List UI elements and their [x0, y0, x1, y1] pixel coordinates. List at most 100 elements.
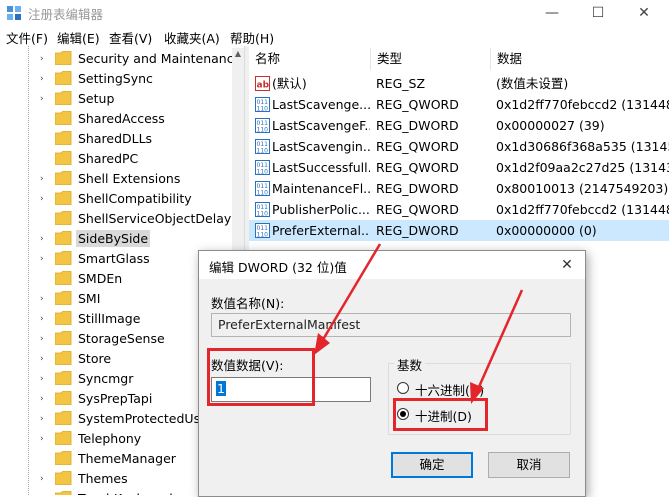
ok-button[interactable]: 确定 — [391, 452, 473, 478]
tree-item-label: SharedAccess — [78, 111, 165, 126]
folder-icon — [55, 471, 72, 485]
menu-favorites[interactable]: 收藏夹(A) — [164, 28, 220, 47]
cell-data: (数值未设置) — [496, 76, 569, 91]
tree-item-label: Shell Extensions — [78, 171, 181, 186]
chevron-right-icon[interactable]: › — [40, 312, 50, 326]
binary-value-icon: 011110 — [255, 223, 270, 238]
tree-item-label: SharedPC — [78, 151, 139, 166]
menu-help[interactable]: 帮助(H) — [230, 28, 274, 47]
chevron-right-icon[interactable]: › — [40, 192, 50, 206]
svg-text:110: 110 — [257, 127, 269, 134]
folder-icon — [55, 191, 72, 205]
value-name-label: 数值名称(N): — [211, 296, 285, 311]
table-row[interactable]: 011 110 PreferExternal... REG_DWORD 0x000000… — [249, 220, 669, 241]
cell-type: REG_QWORD — [376, 97, 459, 112]
title-bar: 注册表编辑器 — ☐ ✕ — [0, 0, 669, 26]
close-button[interactable]: ✕ — [621, 0, 667, 26]
folder-icon — [55, 491, 72, 495]
cell-data: 0x1d2ff770febccd2 (131448226... — [496, 202, 669, 217]
cell-data: 0x00000000 (0) — [496, 223, 597, 238]
cell-data: 0x1d2ff770febccd2 (131448226... — [496, 97, 669, 112]
tree-item[interactable]: › Security and Maintenance — [0, 49, 241, 69]
chevron-right-icon[interactable]: › — [40, 52, 50, 66]
column-header-type[interactable]: 类型 — [371, 48, 491, 70]
registry-editor-icon — [7, 6, 21, 20]
tree-item[interactable]: SharedDLLs — [0, 129, 232, 149]
folder-icon — [55, 411, 72, 425]
chevron-right-icon[interactable]: › — [40, 352, 50, 366]
tree-item[interactable]: › SettingSync — [0, 69, 232, 89]
chevron-right-icon[interactable]: › — [40, 332, 50, 346]
table-row[interactable]: 011 110 MaintenanceFl... REG_DWORD 0x8001001… — [249, 178, 669, 199]
chevron-right-icon[interactable]: › — [40, 252, 50, 266]
chevron-right-icon[interactable]: › — [40, 472, 50, 486]
binary-value-icon: 011110 — [255, 118, 270, 133]
table-row[interactable]: 011 110 PublisherPolic... REG_QWORD 0x1d2ff7… — [249, 199, 669, 220]
tree-item-label: ShellServiceObjectDelayLoad — [78, 211, 244, 226]
chevron-right-icon[interactable]: › — [40, 92, 50, 106]
annotation-box-data — [207, 348, 315, 406]
cell-type: REG_DWORD — [376, 223, 459, 238]
folder-icon — [55, 331, 72, 345]
folder-icon — [55, 271, 72, 285]
column-header-data[interactable]: 数据 — [491, 48, 669, 70]
folder-icon — [55, 71, 72, 85]
cell-data: 0x00000027 (39) — [496, 118, 605, 133]
folder-icon — [55, 431, 72, 445]
tree-item-label: Themes — [78, 471, 128, 486]
cell-data: 0x1d30686f368a535 (131455934... — [496, 139, 669, 154]
window-title: 注册表编辑器 — [28, 7, 104, 22]
tree-item[interactable]: SharedAccess — [0, 109, 232, 129]
chevron-right-icon[interactable]: › — [40, 392, 50, 406]
string-value-icon: ab — [255, 76, 270, 91]
tree-item[interactable]: › ShellCompatibility — [0, 189, 232, 209]
tree-item-label: SMI — [78, 291, 101, 306]
tree-item-label: ShellCompatibility — [78, 191, 192, 206]
binary-value-icon: 011110 — [255, 160, 270, 175]
menu-file[interactable]: 文件(F) — [6, 28, 48, 47]
radio-hex-circle[interactable] — [397, 382, 409, 394]
tree-item[interactable]: › Shell Extensions — [0, 169, 232, 189]
maximize-button[interactable]: ☐ — [575, 0, 621, 26]
cell-name: PreferExternal... — [272, 223, 370, 238]
chevron-right-icon[interactable]: › — [40, 72, 50, 86]
table-row[interactable]: 011 110 LastScavenge... REG_QWORD 0x1d2ff770… — [249, 94, 669, 115]
table-row[interactable]: ab (默认) REG_SZ (数值未设置) — [249, 73, 669, 94]
minimize-button[interactable]: — — [529, 0, 575, 26]
tree-item[interactable]: SharedPC — [0, 149, 232, 169]
cancel-button[interactable]: 取消 — [488, 452, 570, 478]
cell-name: LastScavengin... — [272, 139, 370, 154]
tree-item-label: Security and Maintenance — [78, 51, 242, 66]
dialog-close-icon[interactable]: ✕ — [555, 254, 579, 276]
cell-name: LastScavenge... — [272, 97, 370, 112]
tree-item-label: SMDEn — [78, 271, 123, 286]
annotation-box-decimal — [393, 398, 488, 431]
scroll-up-arrow-icon[interactable]: ▲ — [232, 48, 244, 60]
chevron-right-icon[interactable]: › — [40, 412, 50, 426]
cell-type: REG_QWORD — [376, 139, 459, 154]
menu-edit[interactable]: 编辑(E) — [57, 28, 100, 47]
tree-item-label: ThemeManager — [78, 451, 176, 466]
folder-icon — [55, 351, 72, 365]
tree-item[interactable]: › Setup — [0, 89, 232, 109]
chevron-right-icon[interactable]: › — [40, 232, 50, 246]
table-row[interactable]: 011 110 LastScavengin... REG_QWORD 0x1d30686… — [249, 136, 669, 157]
binary-value-icon: 011110 — [255, 181, 270, 196]
column-header-name[interactable]: 名称 — [249, 48, 371, 70]
folder-icon — [55, 391, 72, 405]
menu-view[interactable]: 查看(V) — [109, 28, 152, 47]
tree-item-label: Telephony — [78, 431, 142, 446]
dialog-title: 编辑 DWORD (32 位)值 — [209, 260, 347, 275]
chevron-right-icon[interactable]: › — [40, 432, 50, 446]
tree-item-label: SideBySide — [76, 230, 151, 247]
table-row[interactable]: 011 110 LastScavengeF... REG_DWORD 0x0000002… — [249, 115, 669, 136]
chevron-right-icon[interactable]: › — [40, 292, 50, 306]
tree-item-label: StillImage — [78, 311, 141, 326]
chevron-right-icon[interactable]: › — [40, 372, 50, 386]
tree-item[interactable]: ShellServiceObjectDelayLoad — [0, 209, 244, 229]
table-row[interactable]: 011 110 LastSuccessfull... REG_QWORD 0x1d2f0… — [249, 157, 669, 178]
cell-type: REG_DWORD — [376, 181, 459, 196]
svg-text:ab: ab — [257, 81, 270, 91]
tree-item[interactable]: › SideBySide — [0, 229, 232, 249]
chevron-right-icon[interactable]: › — [40, 172, 50, 186]
